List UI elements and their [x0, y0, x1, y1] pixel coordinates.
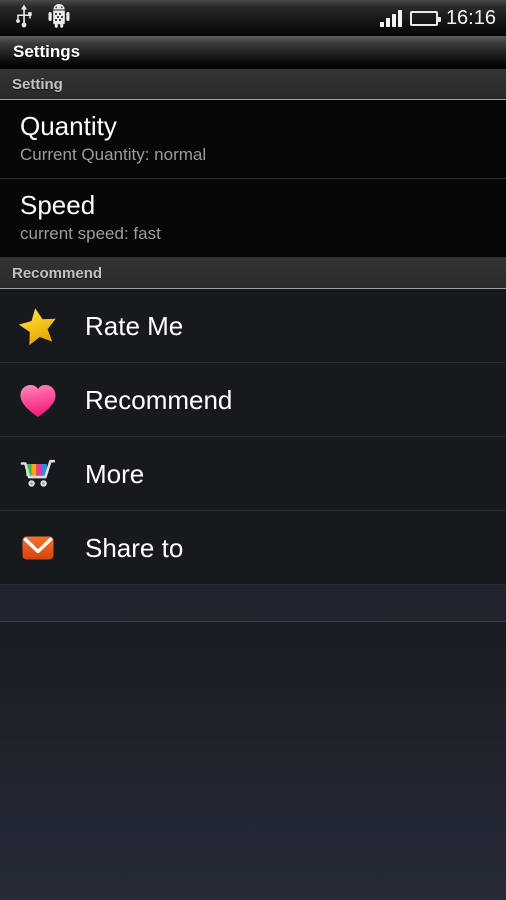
empty-list-area [0, 621, 506, 900]
title-bar: Settings [0, 36, 506, 69]
section-header-label: Setting [12, 75, 63, 93]
preference-row-quantity[interactable]: Quantity Current Quantity: normal [0, 100, 506, 179]
heart-icon [16, 378, 60, 422]
status-bar-notification-icons [14, 3, 380, 33]
list-item-label: Recommend [85, 384, 233, 415]
section-header-label: Recommend [12, 264, 103, 282]
list-item-more[interactable]: More [0, 437, 506, 511]
list-item-label: Rate Me [85, 310, 184, 341]
preference-title: Speed [20, 190, 96, 220]
battery-icon [409, 10, 441, 26]
status-bar: 16:16 [0, 0, 506, 36]
shopping-cart-icon [16, 452, 60, 496]
settings-list: Setting Quantity Current Quantity: norma… [0, 69, 506, 585]
star-icon [16, 304, 60, 348]
list-item-recommend[interactable]: Recommend [0, 363, 506, 437]
android-settings-screen: 16:16 Settings Setting Quantity Current … [0, 0, 506, 900]
page-title: Settings [13, 42, 81, 61]
usb-icon [14, 4, 34, 33]
status-bar-system-icons: 16:16 [379, 6, 496, 29]
preference-title: Quantity [20, 111, 117, 141]
list-item-rate-me[interactable]: Rate Me [0, 289, 506, 363]
list-item-label: More [85, 458, 145, 489]
list-item-share-to[interactable]: Share to [0, 511, 506, 585]
preference-summary: current speed: fast [20, 224, 161, 243]
section-header-recommend: Recommend [0, 258, 506, 289]
preference-summary: Current Quantity: normal [20, 145, 207, 164]
envelope-icon [16, 526, 60, 570]
preference-row-speed[interactable]: Speed current speed: fast [0, 179, 506, 258]
signal-bars-icon [379, 9, 402, 27]
list-item-label: Share to [85, 532, 184, 563]
section-header-setting: Setting [0, 69, 506, 100]
android-debug-icon [48, 3, 70, 33]
status-bar-clock: 16:16 [445, 6, 496, 29]
